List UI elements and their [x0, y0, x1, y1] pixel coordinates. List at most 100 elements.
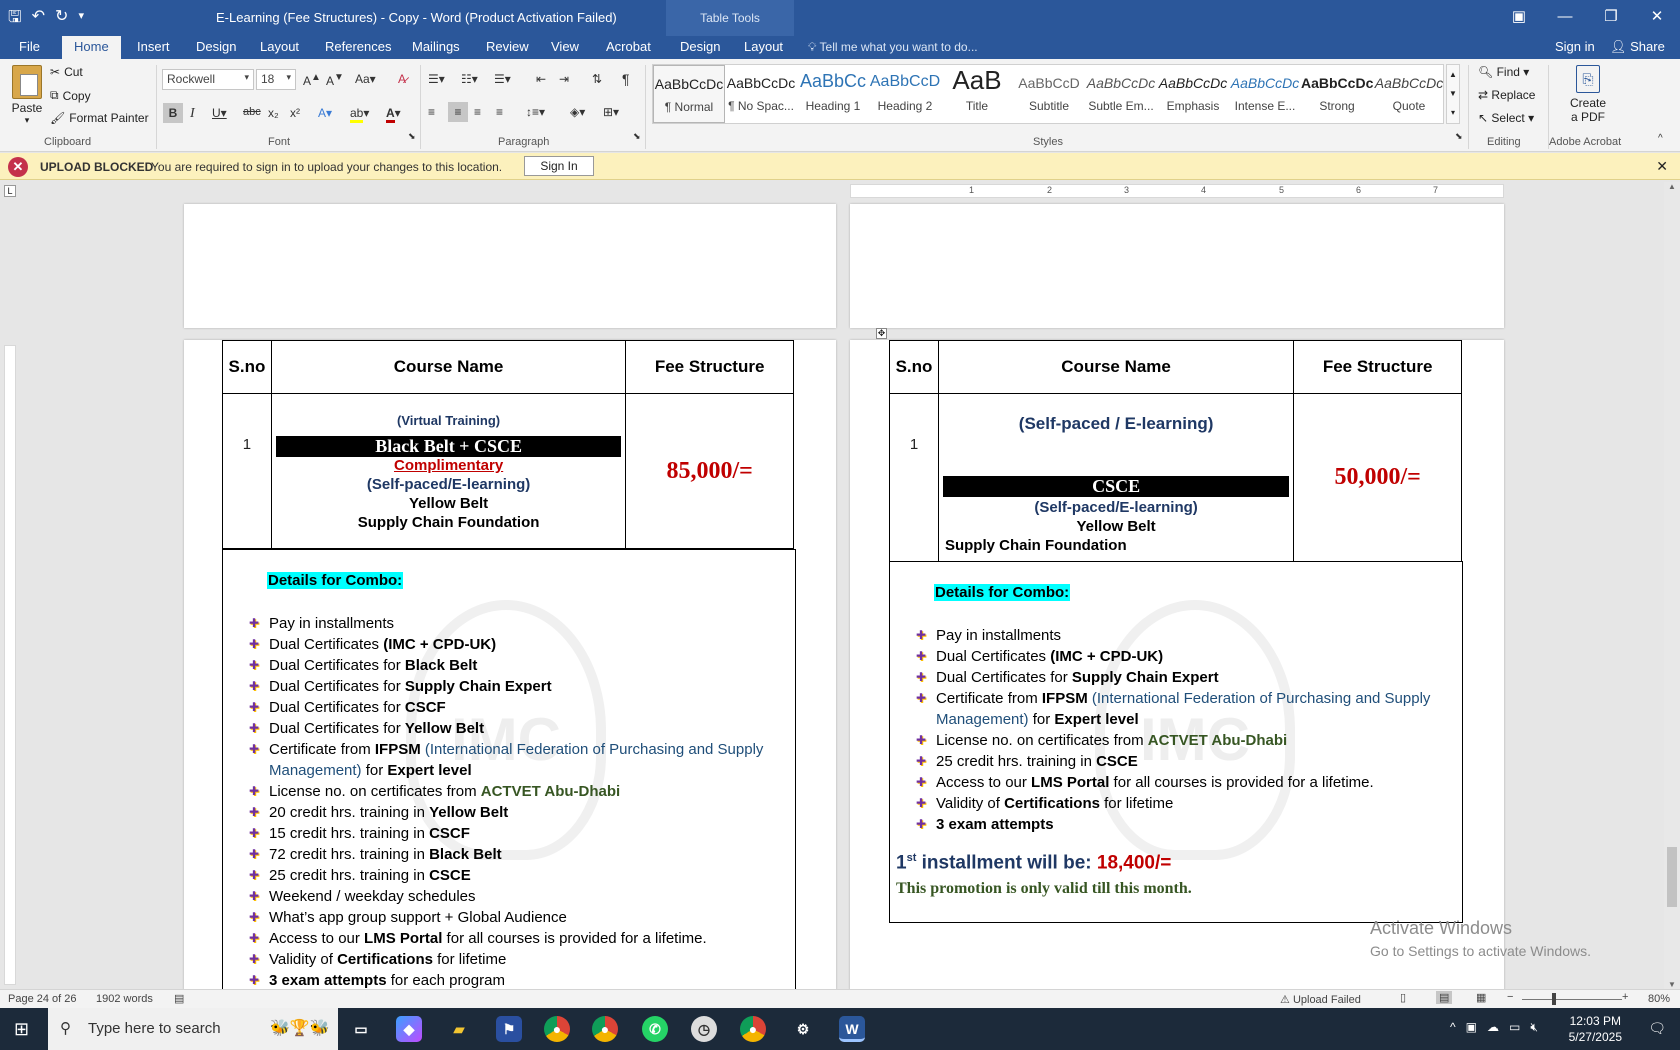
cut-button[interactable]: ✂ Cut — [50, 65, 83, 79]
create-pdf-button[interactable]: ⎘ Create a PDF — [1560, 65, 1616, 124]
ribbon-display-icon[interactable]: ▣ — [1496, 0, 1542, 32]
network-icon[interactable]: ▭ — [1509, 1020, 1530, 1034]
zoom-in-icon[interactable]: + — [1622, 991, 1628, 1003]
read-mode-icon[interactable]: ▯ — [1400, 991, 1406, 1004]
style-quote[interactable]: AaBbCcDc Quote — [1373, 65, 1445, 123]
style-normal[interactable]: AaBbCcDc ¶ Normal — [653, 65, 725, 123]
save-icon[interactable]: 🖫 — [8, 6, 22, 33]
dialog-launcher-icon[interactable]: ⬊ — [1455, 131, 1463, 142]
select-button[interactable]: ↖ Select ▾ — [1478, 111, 1534, 125]
vertical-ruler[interactable] — [4, 345, 16, 985]
style-title[interactable]: AaB Title — [941, 65, 1013, 123]
tell-me-box[interactable]: 💡︎ Tell me what you want to do... — [808, 40, 978, 55]
chrome-icon[interactable]: ● — [740, 1016, 766, 1042]
cloud-icon[interactable]: ☁ — [1487, 1020, 1509, 1034]
copy-button[interactable]: ⧉ Copy — [50, 88, 91, 103]
justify-icon[interactable]: ≡ — [496, 105, 503, 119]
chevron-down-icon[interactable]: ▼ — [1447, 84, 1459, 103]
strikethrough-icon[interactable]: abc — [243, 106, 261, 118]
tab-review[interactable]: Review — [486, 39, 529, 54]
style-subtle-emphasis[interactable]: AaBbCcDc Subtle Em... — [1085, 65, 1157, 123]
sign-in-button[interactable]: Sign In — [524, 156, 594, 176]
minimize-icon[interactable]: — — [1542, 0, 1588, 32]
align-left-icon[interactable]: ≡ — [428, 105, 435, 119]
underline-icon[interactable]: U▾ — [212, 106, 227, 120]
vertical-scrollbar[interactable]: ▲ ▼ — [1664, 182, 1680, 989]
word-icon[interactable]: W — [839, 1016, 865, 1042]
subscript-icon[interactable]: x₂ — [268, 106, 279, 120]
redo-icon[interactable]: ↻ — [55, 6, 68, 33]
tab-acrobat[interactable]: Acrobat — [606, 39, 651, 54]
style-subtitle[interactable]: AaBbCcD Subtitle — [1013, 65, 1085, 123]
multilevel-list-icon[interactable]: ☰▾ — [494, 72, 511, 86]
tab-mailings[interactable]: Mailings — [412, 39, 460, 54]
style-strong[interactable]: AaBbCcDc Strong — [1301, 65, 1373, 123]
clock-app-icon[interactable]: ◷ — [691, 1016, 717, 1042]
replace-button[interactable]: ⇄ Replace — [1478, 88, 1535, 102]
decrease-indent-icon[interactable]: ⇤ — [536, 72, 546, 86]
settings-gear-icon[interactable]: ⚙ — [790, 1016, 816, 1042]
taskbar-clock[interactable]: 12:03 PM 5/27/2025 — [1569, 1013, 1622, 1045]
font-color-icon[interactable]: A▾ — [386, 106, 401, 123]
chevron-down-icon[interactable]: ▼ — [1664, 980, 1680, 989]
font-size-box[interactable]: 18 ▾ — [256, 69, 296, 90]
format-painter-button[interactable]: 🖌︎ Format Painter — [50, 111, 149, 125]
italic-icon[interactable]: I — [190, 106, 195, 122]
chrome-icon[interactable]: ● — [592, 1016, 618, 1042]
tab-table-design[interactable]: Design — [680, 39, 720, 54]
find-button[interactable]: 🔍︎ Find ▾ — [1478, 65, 1529, 79]
shrink-font-icon[interactable]: A▼ — [326, 72, 344, 88]
word-count[interactable]: 1902 words — [96, 993, 153, 1005]
style-emphasis[interactable]: AaBbCcDc Emphasis — [1157, 65, 1229, 123]
increase-indent-icon[interactable]: ⇥ — [559, 72, 569, 86]
bold-icon[interactable]: B — [163, 103, 183, 123]
device-icon[interactable]: ▣ — [1466, 1020, 1487, 1034]
show-marks-icon[interactable]: ¶ — [622, 71, 630, 87]
styles-scroll[interactable]: ▲ ▼ ▾ — [1446, 64, 1460, 124]
zoom-slider[interactable] — [1522, 999, 1622, 1000]
customize-qat-icon[interactable]: ▾ — [78, 9, 84, 33]
zoom-level[interactable]: 80% — [1648, 993, 1670, 1005]
notifications-icon[interactable]: 🗨︎ — [1648, 1020, 1666, 1037]
taskbar-search[interactable]: ⚲ Type here to search 🐝🏆🐝 — [48, 1008, 338, 1050]
tab-view[interactable]: View — [551, 39, 579, 54]
align-right-icon[interactable]: ≡ — [474, 105, 481, 119]
tab-table-layout[interactable]: Layout — [744, 39, 783, 54]
bullets-icon[interactable]: ☰▾ — [428, 72, 445, 86]
chrome-icon[interactable]: ● — [544, 1016, 570, 1042]
tab-insert[interactable]: Insert — [137, 39, 170, 54]
chevron-up-icon[interactable]: ▲ — [1664, 182, 1680, 191]
whatsapp-icon[interactable]: ✆ — [642, 1016, 668, 1042]
align-center-icon[interactable]: ≡ — [448, 102, 468, 122]
scroll-thumb[interactable] — [1667, 847, 1677, 907]
horizontal-ruler[interactable]: 1 2 3 4 5 6 7 — [850, 184, 1504, 198]
maximize-icon[interactable]: ❐ — [1588, 0, 1634, 32]
tab-selector-icon[interactable]: L — [4, 185, 16, 197]
more-styles-icon[interactable]: ▾ — [1447, 103, 1459, 122]
line-spacing-icon[interactable]: ↕≡▾ — [526, 105, 545, 119]
task-view-icon[interactable]: ▭ — [348, 1016, 374, 1042]
dialog-launcher-icon[interactable]: ⬊ — [408, 131, 416, 142]
text-effects-icon[interactable]: A▾ — [318, 106, 332, 120]
paste-button[interactable]: Paste ▾ — [8, 65, 46, 126]
table-move-handle-icon[interactable]: ✥ — [876, 328, 887, 339]
windows-start-icon[interactable]: ⊞ — [14, 1019, 29, 1040]
borders-icon[interactable]: ⊞▾ — [603, 105, 619, 119]
numbering-icon[interactable]: ☷▾ — [461, 72, 478, 86]
share-button[interactable]: 👤︎ Share — [1610, 39, 1665, 55]
chevron-up-icon[interactable]: ▲ — [1447, 65, 1459, 84]
file-explorer-icon[interactable]: ▰ — [446, 1016, 472, 1042]
upload-status[interactable]: ⚠︎ Upload Failed — [1280, 993, 1361, 1006]
sign-in-link[interactable]: Sign in — [1555, 39, 1595, 54]
tab-layout[interactable]: Layout — [260, 39, 299, 54]
tab-file[interactable]: File — [19, 39, 40, 54]
zoom-slider-handle[interactable] — [1552, 993, 1556, 1005]
superscript-icon[interactable]: x² — [290, 106, 300, 120]
style-intense-emphasis[interactable]: AaBbCcDc Intense E... — [1229, 65, 1301, 123]
web-layout-icon[interactable]: ▦ — [1476, 991, 1486, 1004]
chevron-up-icon[interactable]: ^ — [1450, 1020, 1466, 1034]
collapse-ribbon-icon[interactable]: ^ — [1658, 133, 1663, 144]
style-no-spacing[interactable]: AaBbCcDc ¶ No Spac... — [725, 65, 797, 123]
grow-font-icon[interactable]: A▲ — [303, 72, 321, 88]
volume-muted-icon[interactable]: 🔇︎ — [1530, 1020, 1548, 1034]
